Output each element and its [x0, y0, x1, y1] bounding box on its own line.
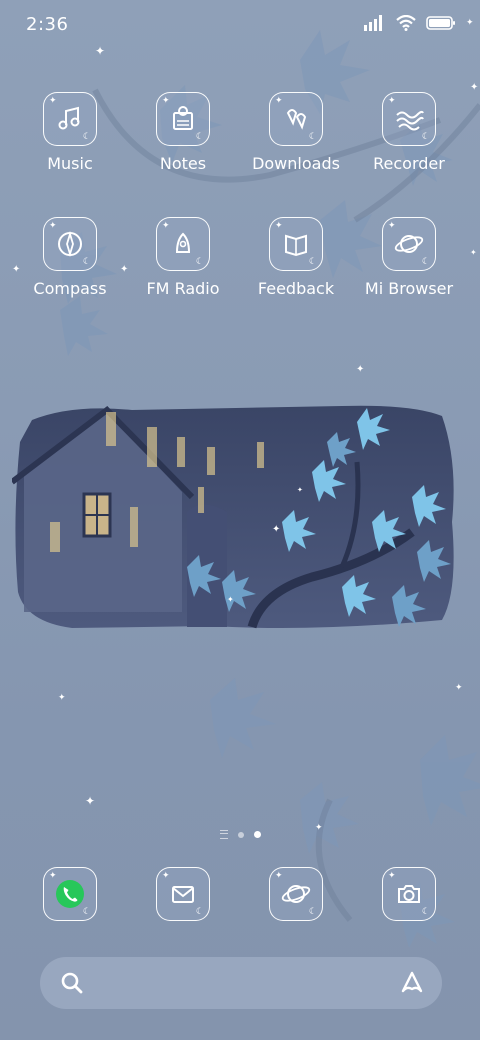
- scenery-widget[interactable]: ✦ ✦ ✦: [12, 402, 466, 634]
- app-mi-browser[interactable]: ✦ ☾ Mi Browser: [354, 217, 464, 298]
- assistant-icon[interactable]: [398, 969, 426, 997]
- feedback-icon: ✦ ☾: [269, 217, 323, 271]
- app-music[interactable]: ✦ ☾ Music: [15, 92, 125, 173]
- svg-text:✦: ✦: [470, 248, 477, 257]
- app-label: Notes: [159, 154, 207, 173]
- app-label: Downloads: [252, 154, 340, 173]
- wifi-icon: [396, 15, 416, 31]
- compass-icon: ✦ ☾: [43, 217, 97, 271]
- svg-text:✦: ✦: [470, 82, 478, 93]
- app-recorder[interactable]: ✦ ☾ Recorder: [354, 92, 464, 173]
- app-feedback[interactable]: ✦ ☾ Feedback: [241, 217, 351, 298]
- recorder-icon: ✦ ☾: [382, 92, 436, 146]
- search-bar[interactable]: [40, 957, 442, 1009]
- svg-text:✦: ✦: [272, 524, 280, 535]
- svg-text:✦: ✦: [227, 595, 234, 604]
- app-notes[interactable]: ✦ ☾ Notes: [128, 92, 238, 173]
- svg-text:✦: ✦: [85, 794, 95, 808]
- app-label: Feedback: [257, 279, 335, 298]
- svg-text:✦: ✦: [58, 693, 66, 703]
- status-bar: 2:36: [0, 0, 480, 50]
- app-label: Recorder: [373, 154, 445, 173]
- notes-icon: ✦ ☾: [156, 92, 210, 146]
- dock-messages[interactable]: ✦ ☾: [156, 867, 210, 921]
- app-label: Music: [47, 154, 93, 173]
- svg-text:✦: ✦: [356, 364, 364, 375]
- phone-icon: ✦ ☾: [43, 867, 97, 921]
- music-note-icon: ✦ ☾: [43, 92, 97, 146]
- dock-camera[interactable]: ✦ ☾: [382, 867, 436, 921]
- app-downloads[interactable]: ✦ ☾ Downloads: [241, 92, 351, 173]
- camera-icon: ✦ ☾: [382, 867, 436, 921]
- app-fm-radio[interactable]: ✦ ☾ FM Radio: [128, 217, 238, 298]
- app-label: Mi Browser: [364, 279, 454, 298]
- svg-text:✦: ✦: [455, 683, 463, 693]
- page-dot: [237, 831, 244, 838]
- dock-phone[interactable]: ✦ ☾: [43, 867, 97, 921]
- page-indicator[interactable]: [0, 830, 480, 839]
- svg-text:✦: ✦: [297, 486, 303, 494]
- page-dot-active: [253, 831, 261, 838]
- search-icon[interactable]: [58, 969, 86, 997]
- downloads-icon: ✦ ☾: [269, 92, 323, 146]
- browser-planet-icon: ✦ ☾: [269, 867, 323, 921]
- app-label: Compass: [33, 279, 107, 298]
- signal-icon: [364, 15, 382, 31]
- dock-browser[interactable]: ✦ ☾: [269, 867, 323, 921]
- battery-icon: [426, 16, 455, 30]
- status-icons: [364, 15, 456, 31]
- status-time: 2:36: [26, 14, 69, 35]
- messages-icon: ✦ ☾: [156, 867, 210, 921]
- page-lines-icon: [219, 830, 228, 839]
- radio-icon: ✦ ☾: [156, 217, 210, 271]
- app-label: FM Radio: [146, 279, 220, 298]
- planet-icon: ✦ ☾: [382, 217, 436, 271]
- app-compass[interactable]: ✦ ☾ Compass: [15, 217, 125, 298]
